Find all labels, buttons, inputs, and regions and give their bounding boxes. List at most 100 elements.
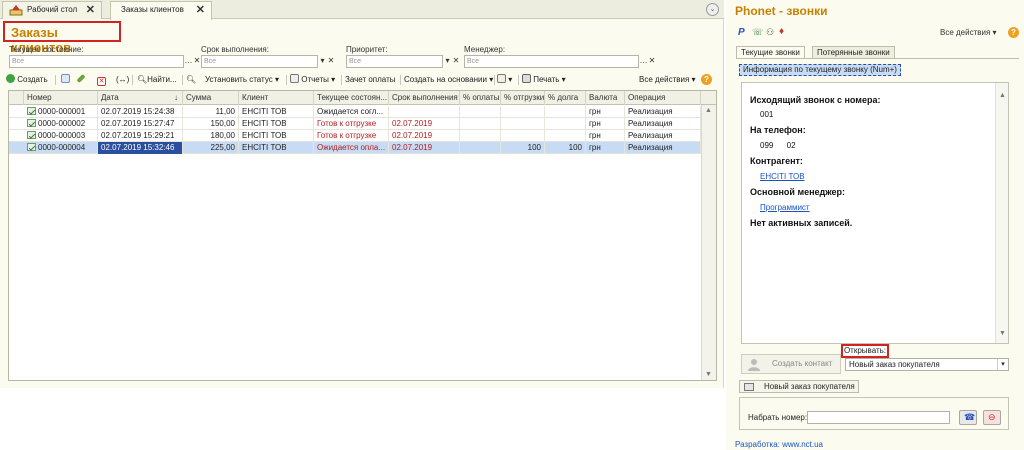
manager-filter-label: Менеджер: bbox=[464, 45, 506, 54]
cancel-search-button[interactable]: 🔍︎ bbox=[186, 73, 196, 87]
desktop-icon bbox=[9, 5, 23, 16]
new-order-button[interactable]: Новый заказ покупателя bbox=[739, 380, 859, 393]
pin-icon[interactable]: ♦ bbox=[779, 26, 784, 37]
info-scrollbar[interactable]: ▲ ▼ bbox=[995, 83, 1008, 343]
report-icon bbox=[290, 74, 299, 83]
table-scrollbar[interactable]: ▲ ▼ bbox=[701, 105, 716, 380]
payment-offset-button[interactable]: Зачет оплаты bbox=[345, 73, 395, 87]
header-date[interactable]: Дата ↓ bbox=[98, 91, 183, 105]
tab-desktop[interactable]: Рабочий стол ✕ bbox=[2, 1, 102, 19]
due-filter-input[interactable]: Все bbox=[201, 55, 318, 68]
scroll-down-icon[interactable]: ▼ bbox=[705, 371, 712, 378]
select-button[interactable]: … bbox=[184, 55, 193, 68]
scroll-up-icon[interactable]: ▲ bbox=[999, 92, 1006, 99]
phonet-panel: Phonet - звонки P ☏ ⚇ ♦ Все действия ▾ ?… bbox=[726, 0, 1024, 450]
header-client[interactable]: Клиент bbox=[239, 91, 314, 105]
no-records-text: Нет активных записей. bbox=[750, 218, 853, 228]
clear-icon[interactable]: ✕ bbox=[327, 55, 335, 68]
manager-label: Основной менеджер: bbox=[750, 187, 846, 197]
header-state[interactable]: Текущее состоян... bbox=[314, 91, 389, 105]
state-filter-label: Текущее состояние: bbox=[9, 45, 84, 54]
help-icon[interactable]: ? bbox=[1008, 27, 1019, 38]
clear-icon[interactable]: ✕ bbox=[452, 55, 460, 68]
chevron-down-icon[interactable]: ⌄ bbox=[706, 3, 719, 16]
delete-button[interactable]: ✕ bbox=[97, 73, 106, 87]
header-operation[interactable]: Операция bbox=[625, 91, 701, 105]
tab-bar: Рабочий стол ✕ Заказы клиентов ✕ ⌄ bbox=[0, 0, 724, 20]
create-contact-button[interactable]: Создать контакт bbox=[741, 354, 841, 374]
copy-icon bbox=[61, 74, 70, 83]
due-filter-label: Срок выполнения: bbox=[201, 45, 269, 54]
refresh-icon: (↔) bbox=[116, 75, 130, 84]
close-icon[interactable]: ✕ bbox=[86, 2, 95, 18]
clear-icon[interactable]: ✕ bbox=[193, 55, 201, 68]
phone-icon: ☎ bbox=[964, 412, 976, 422]
header-sum[interactable]: Сумма bbox=[183, 91, 239, 105]
refresh-button[interactable]: (↔) bbox=[116, 73, 129, 87]
to-phone-label: На телефон: bbox=[750, 125, 806, 135]
chevron-down-icon: ▾ bbox=[997, 359, 1008, 370]
tab-lost-calls[interactable]: Потерянные звонки bbox=[812, 46, 895, 58]
create-button[interactable]: Создать bbox=[6, 73, 48, 87]
set-status-button[interactable]: Установить статус ▾ bbox=[205, 73, 279, 87]
table-row[interactable]: 0000-000003 02.07.2019 15:29:21 180,00 Е… bbox=[9, 130, 701, 142]
contractor-label: Контрагент: bbox=[750, 156, 803, 166]
toolbar: Создать ✕ (↔) 🔍︎Найти... 🔍︎ Установить с… bbox=[6, 73, 718, 87]
page-title-highlight: Заказы клиентов bbox=[3, 21, 121, 55]
scroll-up-icon[interactable]: ▲ bbox=[705, 107, 712, 114]
clear-icon[interactable]: ✕ bbox=[648, 55, 656, 68]
header-currency[interactable]: Валюта bbox=[586, 91, 625, 105]
to-phone-value: 099 02 bbox=[760, 141, 796, 150]
posted-document-icon bbox=[27, 119, 36, 127]
close-icon[interactable]: ✕ bbox=[196, 2, 205, 18]
outgoing-label: Исходящий звонок с номера: bbox=[750, 95, 881, 105]
dial-label: Набрать номер: bbox=[748, 413, 808, 422]
header-due[interactable]: Срок выполнения bbox=[389, 91, 460, 105]
all-actions-button[interactable]: Все действия ▾ bbox=[940, 28, 997, 37]
open-label: Открывать: bbox=[843, 346, 887, 355]
dropdown-icon[interactable]: ▾ bbox=[443, 55, 452, 68]
table-row-selected[interactable]: 0000-000004 02.07.2019 15:32:46 225,00 Е… bbox=[9, 142, 701, 154]
header-number[interactable]: Номер bbox=[24, 91, 98, 105]
priority-filter-input[interactable]: Все bbox=[346, 55, 443, 68]
header-debt-percent[interactable]: % долга bbox=[545, 91, 586, 105]
print-button[interactable]: Печать ▾ bbox=[522, 73, 566, 87]
outgoing-value: 001 bbox=[760, 110, 774, 119]
open-select[interactable]: Новый заказ покупателя ▾ bbox=[845, 358, 1009, 371]
all-actions-button[interactable]: Все действия ▾ bbox=[639, 73, 696, 87]
copy-button[interactable] bbox=[61, 73, 70, 87]
dropdown-icon[interactable]: ▾ bbox=[318, 55, 327, 68]
table-row[interactable]: 0000-000002 02.07.2019 15:27:47 150,00 Е… bbox=[9, 118, 701, 130]
document-menu-button[interactable]: ▾ bbox=[497, 73, 512, 87]
phone-icon[interactable]: ☏ bbox=[752, 27, 763, 38]
header-ship-percent[interactable]: % отгрузки bbox=[501, 91, 545, 105]
table-header: Номер Дата ↓ Сумма Клиент Текущее состоян… bbox=[9, 91, 716, 105]
scroll-down-icon[interactable]: ▼ bbox=[999, 330, 1006, 337]
manager-filter-input[interactable]: Все bbox=[464, 55, 639, 68]
pencil-icon bbox=[76, 73, 86, 84]
manager-link[interactable]: Программист bbox=[760, 203, 810, 212]
developer-link[interactable]: Разработка: www.nct.ua bbox=[735, 440, 823, 449]
dial-number-input[interactable] bbox=[807, 411, 950, 424]
hangup-button[interactable]: ⊖ bbox=[983, 410, 1001, 425]
delete-icon: ✕ bbox=[97, 77, 106, 86]
table-row[interactable]: 0000-000001 02.07.2019 15:24:38 11,00 ЕН… bbox=[9, 106, 701, 118]
orders-panel: Рабочий стол ✕ Заказы клиентов ✕ ⌄ Заказ… bbox=[0, 0, 724, 388]
create-based-button[interactable]: Создать на основании ▾ bbox=[404, 73, 493, 87]
posted-document-icon bbox=[27, 107, 36, 115]
help-icon[interactable]: ? bbox=[701, 74, 712, 85]
reports-button[interactable]: Отчеты ▾ bbox=[290, 73, 335, 87]
header-pay-percent[interactable]: % оплаты bbox=[460, 91, 501, 105]
tab-customer-orders[interactable]: Заказы клиентов ✕ bbox=[110, 1, 212, 20]
select-button[interactable]: … bbox=[639, 55, 648, 68]
document-icon bbox=[744, 383, 754, 391]
posted-document-icon bbox=[27, 143, 36, 151]
current-call-info-button[interactable]: Информация по текущему звонку (Num+) bbox=[739, 64, 901, 76]
find-button[interactable]: 🔍︎Найти... bbox=[137, 73, 177, 87]
contractor-link[interactable]: ЕНСІТІ ТОВ bbox=[760, 172, 805, 181]
state-filter-input[interactable]: Все bbox=[9, 55, 184, 68]
dial-button[interactable]: ☎ bbox=[959, 410, 977, 425]
users-icon[interactable]: ⚇ bbox=[766, 27, 774, 38]
phonet-logo-icon[interactable]: P bbox=[738, 27, 745, 38]
edit-button[interactable] bbox=[76, 73, 86, 87]
